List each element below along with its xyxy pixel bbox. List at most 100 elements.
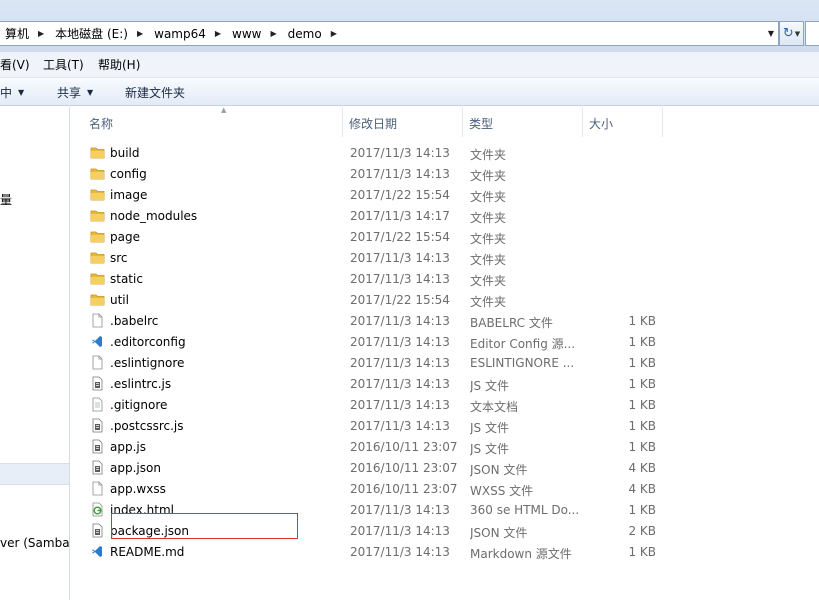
file-row[interactable]: node_modules 2017/11/3 14:17 文件夹 [83,205,663,226]
chevron-right-icon[interactable]: ▶ [34,29,48,38]
search-input[interactable] [805,21,819,46]
chevron-down-icon: ▼ [87,88,94,97]
file-name: .eslintignore [110,356,185,370]
breadcrumb-computer[interactable]: 算机 ▶ [0,22,50,45]
file-date: 2017/11/3 14:13 [350,377,450,391]
file-date: 2017/11/3 14:13 [350,503,450,517]
file-date: 2017/1/22 15:54 [350,230,450,244]
chevron-down-icon: ▼ [767,29,775,38]
file-date: 2017/11/3 14:13 [350,272,450,286]
script-file-icon [90,439,105,454]
menu-view[interactable]: 看(V) [0,56,30,73]
file-row[interactable]: page 2017/1/22 15:54 文件夹 [83,226,663,247]
file-name: config [110,167,147,181]
file-type: 文件夹 [470,295,507,309]
file-name: node_modules [110,209,198,223]
chevron-right-icon[interactable]: ▶ [327,29,341,38]
menu-tools[interactable]: 工具(T) [43,56,84,73]
file-name: src [110,251,128,265]
file-size: 1 KB [628,545,656,559]
file-size: 1 KB [628,419,656,433]
include-in-library-button[interactable]: 中 ▼ [0,79,24,106]
file-row[interactable]: app.wxss 2016/10/11 23:07 WXSS 文件 4 KB [83,478,663,499]
file-row[interactable]: build 2017/11/3 14:13 文件夹 [83,142,663,163]
breadcrumb-drive[interactable]: 本地磁盘 (E:) ▶ [50,22,149,45]
file-row[interactable]: image 2017/1/22 15:54 文件夹 [83,184,663,205]
file-type: 360 se HTML Do... [470,503,578,517]
breadcrumb-www[interactable]: www ▶ [227,22,283,45]
chevron-right-icon[interactable]: ▶ [267,29,281,38]
new-folder-label: 新建文件夹 [125,86,186,100]
file-type: 文件夹 [470,190,507,204]
file-row[interactable]: .editorconfig 2017/11/3 14:13 Editor Confi… [83,331,663,352]
column-header-date[interactable]: 修改日期 [343,107,463,137]
menu-bar: 看(V) 工具(T) 帮助(H) [0,52,819,78]
script-file-icon [90,376,105,391]
file-row[interactable]: static 2017/11/3 14:13 文件夹 [83,268,663,289]
file-row[interactable]: app.js 2016/10/11 23:07 JS 文件 1 KB [83,436,663,457]
breadcrumb-label: wamp64 [154,26,206,41]
file-type: 文件夹 [470,148,507,162]
column-header-type[interactable]: 类型 [463,107,583,137]
file-size: 4 KB [628,482,656,496]
file-date: 2016/10/11 23:07 [350,440,458,454]
file-size: 4 KB [628,461,656,475]
menu-help[interactable]: 帮助(H) [98,56,140,73]
file-size: 1 KB [628,377,656,391]
file-row[interactable]: .eslintignore 2017/11/3 14:13 ESLINTIGNORE… [83,352,663,373]
nav-item[interactable]: 量 [0,191,12,208]
file-name: .eslintrc.js [110,377,172,391]
folder-icon [90,229,105,244]
file-type: 文件夹 [470,253,507,267]
breadcrumb-wamp64[interactable]: wamp64 ▶ [149,22,227,45]
address-history-dropdown[interactable]: ▼ [764,22,778,45]
refresh-button[interactable]: ↻ ▼ [779,21,804,46]
file-name: page [110,230,140,244]
file-name: build [110,146,140,160]
chevron-right-icon[interactable]: ▶ [211,29,225,38]
file-row[interactable]: .eslintrc.js 2017/11/3 14:13 JS 文件 1 KB [83,373,663,394]
file-size: 1 KB [628,398,656,412]
column-header-name[interactable]: 名称 ▲ [83,106,343,137]
file-row[interactable]: .gitignore 2017/11/3 14:13 文本文档 1 KB [83,394,663,415]
include-in-library-label: 中 [0,86,13,100]
file-row[interactable]: util 2017/1/22 15:54 文件夹 [83,289,663,310]
file-row[interactable]: .babelrc 2017/11/3 14:13 BABELRC 文件 1 KB [83,310,663,331]
file-row[interactable]: config 2017/11/3 14:13 文件夹 [83,163,663,184]
file-row[interactable]: src 2017/11/3 14:13 文件夹 [83,247,663,268]
share-button[interactable]: 共享 ▼ [57,79,93,106]
file-type: 文件夹 [470,232,507,246]
blank-file-icon [90,313,105,328]
file-date: 2017/11/3 14:13 [350,314,450,328]
address-bar[interactable]: 算机 ▶ 本地磁盘 (E:) ▶ wamp64 ▶ www ▶ demo ▶ ▼ [0,21,779,46]
file-name: .editorconfig [110,335,186,349]
vscode-file-icon [90,334,105,349]
command-bar: 中 ▼ 共享 ▼ 新建文件夹 [0,79,819,106]
file-date: 2017/1/22 15:54 [350,188,450,202]
chevron-right-icon[interactable]: ▶ [133,29,147,38]
file-row[interactable]: app.json 2016/10/11 23:07 JSON 文件 4 KB [83,457,663,478]
file-row[interactable]: README.md 2017/11/3 14:13 Markdown 源文件 1 KB [83,541,663,562]
file-date: 2017/1/22 15:54 [350,293,450,307]
annotation-highlight-box [111,513,298,539]
breadcrumb-demo[interactable]: demo ▶ [283,22,343,45]
breadcrumb-label: www [232,26,262,41]
column-header-label: 名称 [89,117,114,131]
file-list[interactable]: 名称 ▲ 修改日期 类型 大小 build 2017/11/3 14:13 文件夹 c… [71,106,819,600]
column-header-size[interactable]: 大小 [583,107,663,137]
file-row[interactable]: .postcssrc.js 2017/11/3 14:13 JS 文件 1 KB [83,415,663,436]
folder-icon [90,271,105,286]
nav-selected-item[interactable] [0,463,69,485]
file-type: Markdown 源文件 [470,547,572,561]
file-name: image [110,188,148,202]
folder-icon [90,166,105,181]
file-type: 文件夹 [470,169,507,183]
file-size: 2 KB [628,524,656,538]
file-date: 2017/11/3 14:13 [350,419,450,433]
file-date: 2017/11/3 14:13 [350,356,450,370]
new-folder-button[interactable]: 新建文件夹 [125,79,185,106]
chevron-down-icon: ▼ [18,88,25,97]
nav-item-network-share[interactable]: ver (Samba S [0,536,69,550]
navigation-pane[interactable]: 量 ver (Samba S [0,107,70,600]
column-header-label: 大小 [589,117,614,131]
